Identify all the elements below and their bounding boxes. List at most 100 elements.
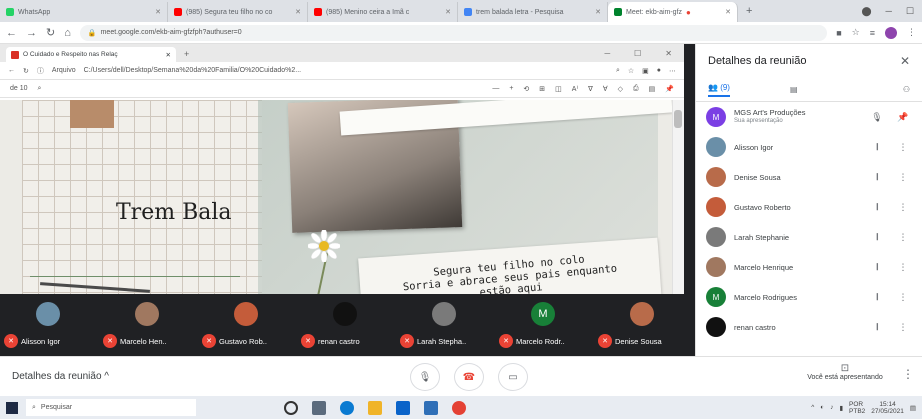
close-tab-icon[interactable]: ✕ — [445, 8, 451, 16]
address-bar[interactable]: 🔒 meet.google.com/ekb-aim-gfzfph?authuse… — [79, 24, 828, 41]
recording-dot-icon: ● — [686, 7, 691, 17]
participant-tile[interactable]: M ✕ Marcelo Rodr.. — [495, 294, 594, 356]
more-options-icon[interactable]: ⋮ — [894, 262, 912, 273]
browser-tab-google-search[interactable]: trem balada letra - Pesquisa ✕ — [458, 2, 608, 22]
browser-tab-whatsapp[interactable]: WhatsApp ✕ — [0, 2, 168, 22]
list-item: Marcelo Henrique 𝄂 ⋮ — [696, 252, 922, 282]
slide-title: Trem Bala — [116, 200, 232, 225]
shared-window-controls: ─ ☐ ✕ — [604, 49, 684, 62]
participant-tile[interactable]: ✕ Larah Stepha.. — [396, 294, 495, 356]
window-controls: ⬤ ─ ☐ — [861, 6, 922, 22]
taskbar-search[interactable]: ⌕ Pesquisar — [26, 399, 196, 416]
pin-icon: 📌 — [665, 85, 674, 93]
windows-start-icon[interactable] — [6, 401, 18, 414]
add-person-icon[interactable]: ⚇ — [903, 85, 910, 94]
minimize-icon: ─ — [604, 49, 611, 58]
avatar: M — [706, 107, 726, 127]
menu-dots-icon[interactable]: ⋮ — [907, 27, 916, 38]
save-icon: ▤ — [648, 85, 656, 93]
mic-off-icon: 𝄂 — [875, 321, 879, 332]
avatar — [706, 197, 726, 217]
reading-list-icon[interactable]: ≡ — [870, 28, 875, 38]
chat-icon[interactable]: ▤ — [790, 85, 798, 94]
clock[interactable]: 15:14 27/05/2021 — [871, 401, 904, 415]
home-icon[interactable]: ⌂ — [64, 27, 71, 39]
avatar — [706, 227, 726, 247]
close-icon[interactable]: ✕ — [900, 54, 910, 68]
page-indicator: de 10 — [10, 85, 28, 92]
mic-off-icon: 𝄂 — [875, 141, 879, 152]
network-icon[interactable]: ◐ — [820, 404, 824, 411]
file-explorer-icon[interactable] — [368, 400, 382, 415]
reload-icon[interactable]: ↻ — [46, 26, 55, 39]
close-tab-icon[interactable]: ✕ — [595, 8, 601, 16]
new-tab-icon: + — [184, 49, 190, 59]
read-aloud-icon: A⁾ — [571, 85, 579, 93]
close-tab-icon[interactable]: ✕ — [295, 8, 301, 16]
meeting-controls-bar: Detalhes da reunião ^ 🎙 ☎ ▭ ⊡ Você está … — [0, 356, 922, 396]
mail-icon[interactable] — [424, 400, 438, 415]
volume-icon[interactable]: ♪ — [830, 404, 833, 411]
meeting-details-button[interactable]: Detalhes da reunião ^ — [12, 371, 109, 382]
notifications-icon[interactable]: ▤ — [910, 404, 916, 412]
pin-icon[interactable]: 📌 — [894, 112, 912, 123]
file-path: C:/Users/dell/Desktop/Semana%20da%20Fami… — [83, 67, 302, 74]
close-tab-icon[interactable]: ✕ — [155, 8, 161, 16]
close-icon: ✕ — [665, 49, 672, 58]
avatar — [706, 317, 726, 337]
mic-off-icon: ✕ — [598, 334, 612, 348]
keyboard-lang[interactable]: POR PTB2 — [849, 401, 865, 415]
profile-avatar[interactable] — [885, 26, 897, 39]
participant-tile[interactable]: ✕ Denise Sousa — [594, 294, 693, 356]
more-options-icon[interactable]: ⋮ — [894, 172, 912, 183]
more-options-icon[interactable]: ⋮ — [894, 232, 912, 243]
mic-off-icon: ✕ — [202, 334, 216, 348]
present-screen-icon: ⊡ — [840, 363, 850, 374]
avatar — [234, 302, 258, 326]
star-icon[interactable]: ☆ — [852, 27, 860, 38]
more-options-icon[interactable]: ⋮ — [902, 367, 914, 381]
forward-arrow-icon[interactable]: → — [26, 27, 37, 39]
page-view-icon: ◫ — [555, 85, 562, 93]
minimize-icon[interactable]: ─ — [886, 6, 892, 17]
mic-off-icon: 𝄂 — [875, 291, 879, 302]
participant-tile[interactable]: ✕ renan castro — [297, 294, 396, 356]
chrome-icon[interactable] — [452, 400, 466, 415]
shared-window: O Cuidado e Respeito nas Relaç ✕ + ─ ☐ ✕… — [0, 44, 684, 294]
store-icon[interactable] — [396, 400, 410, 415]
camera-button[interactable]: ▭ — [498, 363, 528, 391]
hang-up-button[interactable]: ☎ — [454, 363, 484, 391]
browser-tab-youtube-1[interactable]: (985) Segura teu filho no co ✕ — [168, 2, 308, 22]
cortana-icon[interactable] — [284, 400, 298, 415]
mic-off-icon: ✕ — [400, 334, 414, 348]
close-tab-icon[interactable]: ✕ — [725, 8, 731, 16]
new-tab-button[interactable]: + — [738, 5, 760, 22]
youtube-icon — [314, 8, 322, 16]
more-options-icon[interactable]: ⋮ — [894, 322, 912, 333]
browser-menu-icon[interactable]: ⬤ — [861, 6, 871, 17]
back-arrow-icon[interactable]: ← — [6, 27, 17, 39]
browser-tab-meet[interactable]: Meet: ekb-aim-gfz ● ✕ — [608, 2, 738, 22]
camera-icon[interactable]: ■ — [836, 28, 841, 38]
participant-tile[interactable]: ✕ Marcelo Hen.. — [99, 294, 198, 356]
google-icon — [464, 8, 472, 16]
battery-icon[interactable]: ▮ — [839, 404, 843, 412]
presenting-button[interactable]: ⊡ Você está apresentando — [790, 363, 900, 381]
edge-icon[interactable] — [340, 400, 354, 415]
participant-tile[interactable]: ✕ Alisson Igor — [0, 294, 99, 356]
more-options-icon[interactable]: ⋮ — [894, 142, 912, 153]
task-view-icon[interactable] — [312, 400, 326, 415]
more-options-icon[interactable]: ⋮ — [894, 202, 912, 213]
maximize-icon: ☐ — [634, 49, 642, 58]
file-label: Arquivo — [51, 67, 76, 74]
more-options-icon[interactable]: ⋮ — [894, 292, 912, 303]
tab-people[interactable]: 👥 (9) — [708, 83, 730, 97]
info-icon: ⓘ — [36, 67, 44, 75]
microphone-button[interactable]: 🎙 — [410, 363, 440, 391]
browser-tab-youtube-2[interactable]: (985) Menino ceira a Imã c ✕ — [308, 2, 458, 22]
list-item: renan castro 𝄂 ⋮ — [696, 312, 922, 342]
shared-tab-strip: O Cuidado e Respeito nas Relaç ✕ + ─ ☐ ✕ — [0, 44, 684, 62]
participant-tile[interactable]: ✕ Gustavo Rob.. — [198, 294, 297, 356]
maximize-icon[interactable]: ☐ — [906, 6, 914, 17]
tray-chevron-icon[interactable]: ^ — [811, 404, 814, 411]
